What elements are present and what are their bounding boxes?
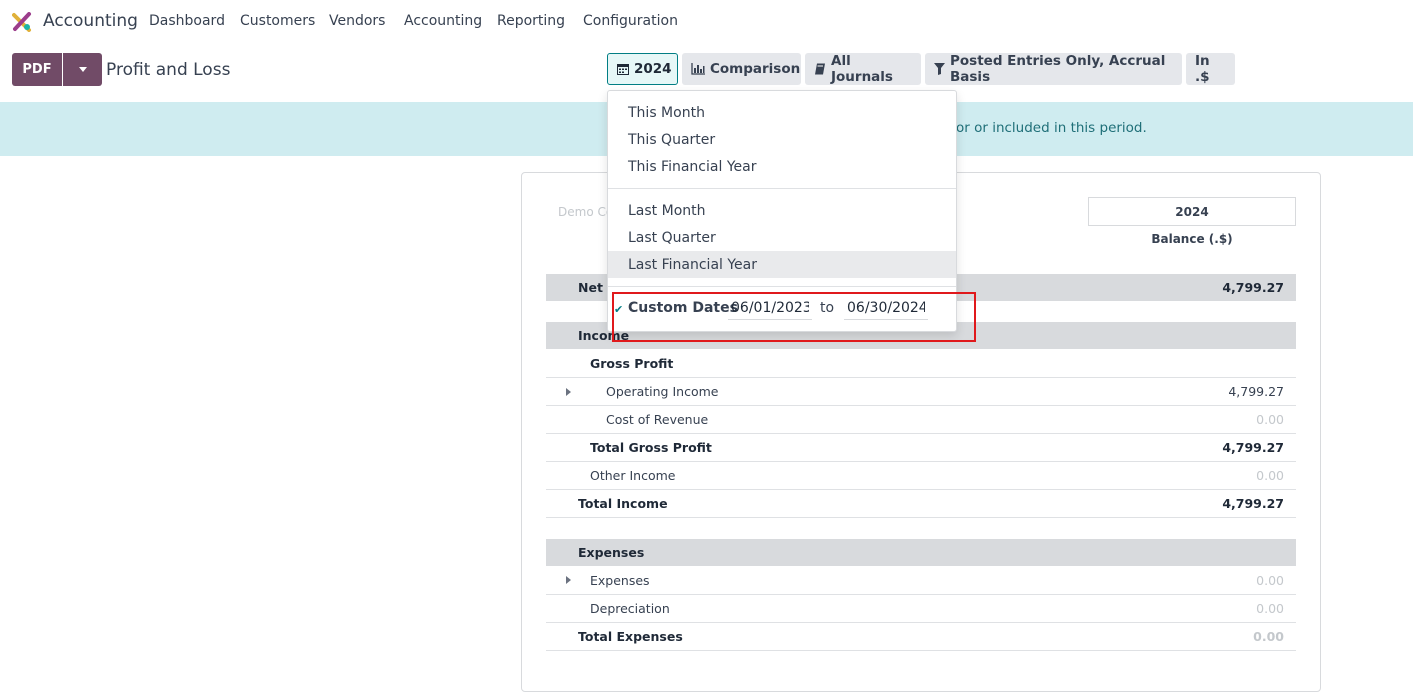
row-value: 4,799.27 xyxy=(1228,384,1284,399)
row-value: 0.00 xyxy=(1256,601,1284,616)
row-value: 4,799.27 xyxy=(1222,496,1284,511)
filter-icon xyxy=(934,63,945,75)
row-label: Other Income xyxy=(590,468,676,483)
row-label: Expenses xyxy=(590,572,650,588)
option-this-financial-year[interactable]: This Financial Year xyxy=(608,153,956,180)
menu-divider xyxy=(608,286,956,287)
option-last-month[interactable]: Last Month xyxy=(608,197,956,224)
expenses-row[interactable]: Expenses 0.00 xyxy=(546,566,1296,595)
row-label: Total Gross Profit xyxy=(590,440,712,455)
row-label: Total Expenses xyxy=(578,629,683,644)
expand-caret-icon[interactable] xyxy=(566,576,571,584)
row-label: Operating Income xyxy=(606,384,719,399)
row-value: 0.00 xyxy=(1253,629,1284,644)
total-income-row[interactable]: Total Income 4,799.27 xyxy=(546,490,1296,518)
page-title: Profit and Loss xyxy=(106,60,231,80)
nav-reporting[interactable]: Reporting xyxy=(497,13,565,29)
depreciation-row[interactable]: Depreciation 0.00 xyxy=(546,595,1296,623)
caret-down-icon xyxy=(78,67,87,72)
entries-filter-label: Posted Entries Only, Accrual Basis xyxy=(950,53,1166,85)
currency-button[interactable]: In .$ xyxy=(1186,53,1235,85)
bar-chart-icon xyxy=(691,63,705,75)
app-name[interactable]: Accounting xyxy=(43,11,138,31)
expenses-header-row[interactable]: Expenses xyxy=(546,539,1296,566)
column-header[interactable]: 2024 xyxy=(1088,197,1296,226)
currency-label: In .$ xyxy=(1195,53,1210,85)
annotation-highlight-box xyxy=(612,292,976,342)
row-label: Depreciation xyxy=(590,601,670,616)
option-last-quarter[interactable]: Last Quarter xyxy=(608,224,956,251)
row-value: 4,799.27 xyxy=(1222,440,1284,455)
row-value: 0.00 xyxy=(1256,572,1284,588)
book-icon xyxy=(815,63,825,75)
expand-caret-icon[interactable] xyxy=(566,387,571,396)
other-income-row[interactable]: Other Income 0.00 xyxy=(546,462,1296,490)
row-label: Expenses xyxy=(578,545,645,560)
comparison-button[interactable]: Comparison xyxy=(682,53,801,85)
pdf-dropdown-toggle[interactable] xyxy=(63,53,102,86)
menu-divider xyxy=(608,188,956,189)
pdf-button[interactable]: PDF xyxy=(12,53,62,86)
banner-text: or or included in this period. xyxy=(956,120,1147,136)
operating-income-row[interactable]: Operating Income 4,799.27 xyxy=(546,378,1296,406)
nav-dashboard[interactable]: Dashboard xyxy=(149,13,225,29)
total-gross-profit-row[interactable]: Total Gross Profit 4,799.27 xyxy=(546,434,1296,462)
row-label: Total Income xyxy=(578,496,668,511)
accounting-app-icon[interactable] xyxy=(12,12,32,32)
date-filter-label: 2024 xyxy=(634,61,672,77)
nav-configuration[interactable]: Configuration xyxy=(583,13,678,29)
option-this-quarter[interactable]: This Quarter xyxy=(608,126,956,153)
journals-label: All Journals xyxy=(831,53,893,85)
row-value: 4,799.27 xyxy=(1222,280,1284,295)
option-last-financial-year[interactable]: Last Financial Year xyxy=(608,251,956,278)
company-name: Demo Co xyxy=(558,205,614,219)
option-this-month[interactable]: This Month xyxy=(608,99,956,126)
nav-accounting[interactable]: Accounting xyxy=(404,13,482,29)
gross-profit-row[interactable]: Gross Profit xyxy=(546,349,1296,378)
row-value: 0.00 xyxy=(1256,468,1284,483)
entries-filter-button[interactable]: Posted Entries Only, Accrual Basis xyxy=(925,53,1182,85)
date-filter-button[interactable]: 2024 xyxy=(607,53,678,85)
row-value: 0.00 xyxy=(1256,412,1284,427)
calendar-icon xyxy=(617,64,629,75)
total-expenses-row[interactable]: Total Expenses 0.00 xyxy=(546,623,1296,651)
journals-button[interactable]: All Journals xyxy=(805,53,921,85)
row-label: Gross Profit xyxy=(590,355,674,371)
comparison-label: Comparison xyxy=(710,61,801,77)
top-navbar: Accounting Dashboard Customers Vendors A… xyxy=(0,0,1413,44)
row-label: Cost of Revenue xyxy=(606,412,709,427)
nav-vendors[interactable]: Vendors xyxy=(329,13,385,29)
cost-of-revenue-row[interactable]: Cost of Revenue 0.00 xyxy=(546,406,1296,434)
column-subheader: Balance (.$) xyxy=(1151,232,1233,246)
nav-customers[interactable]: Customers xyxy=(240,13,315,29)
